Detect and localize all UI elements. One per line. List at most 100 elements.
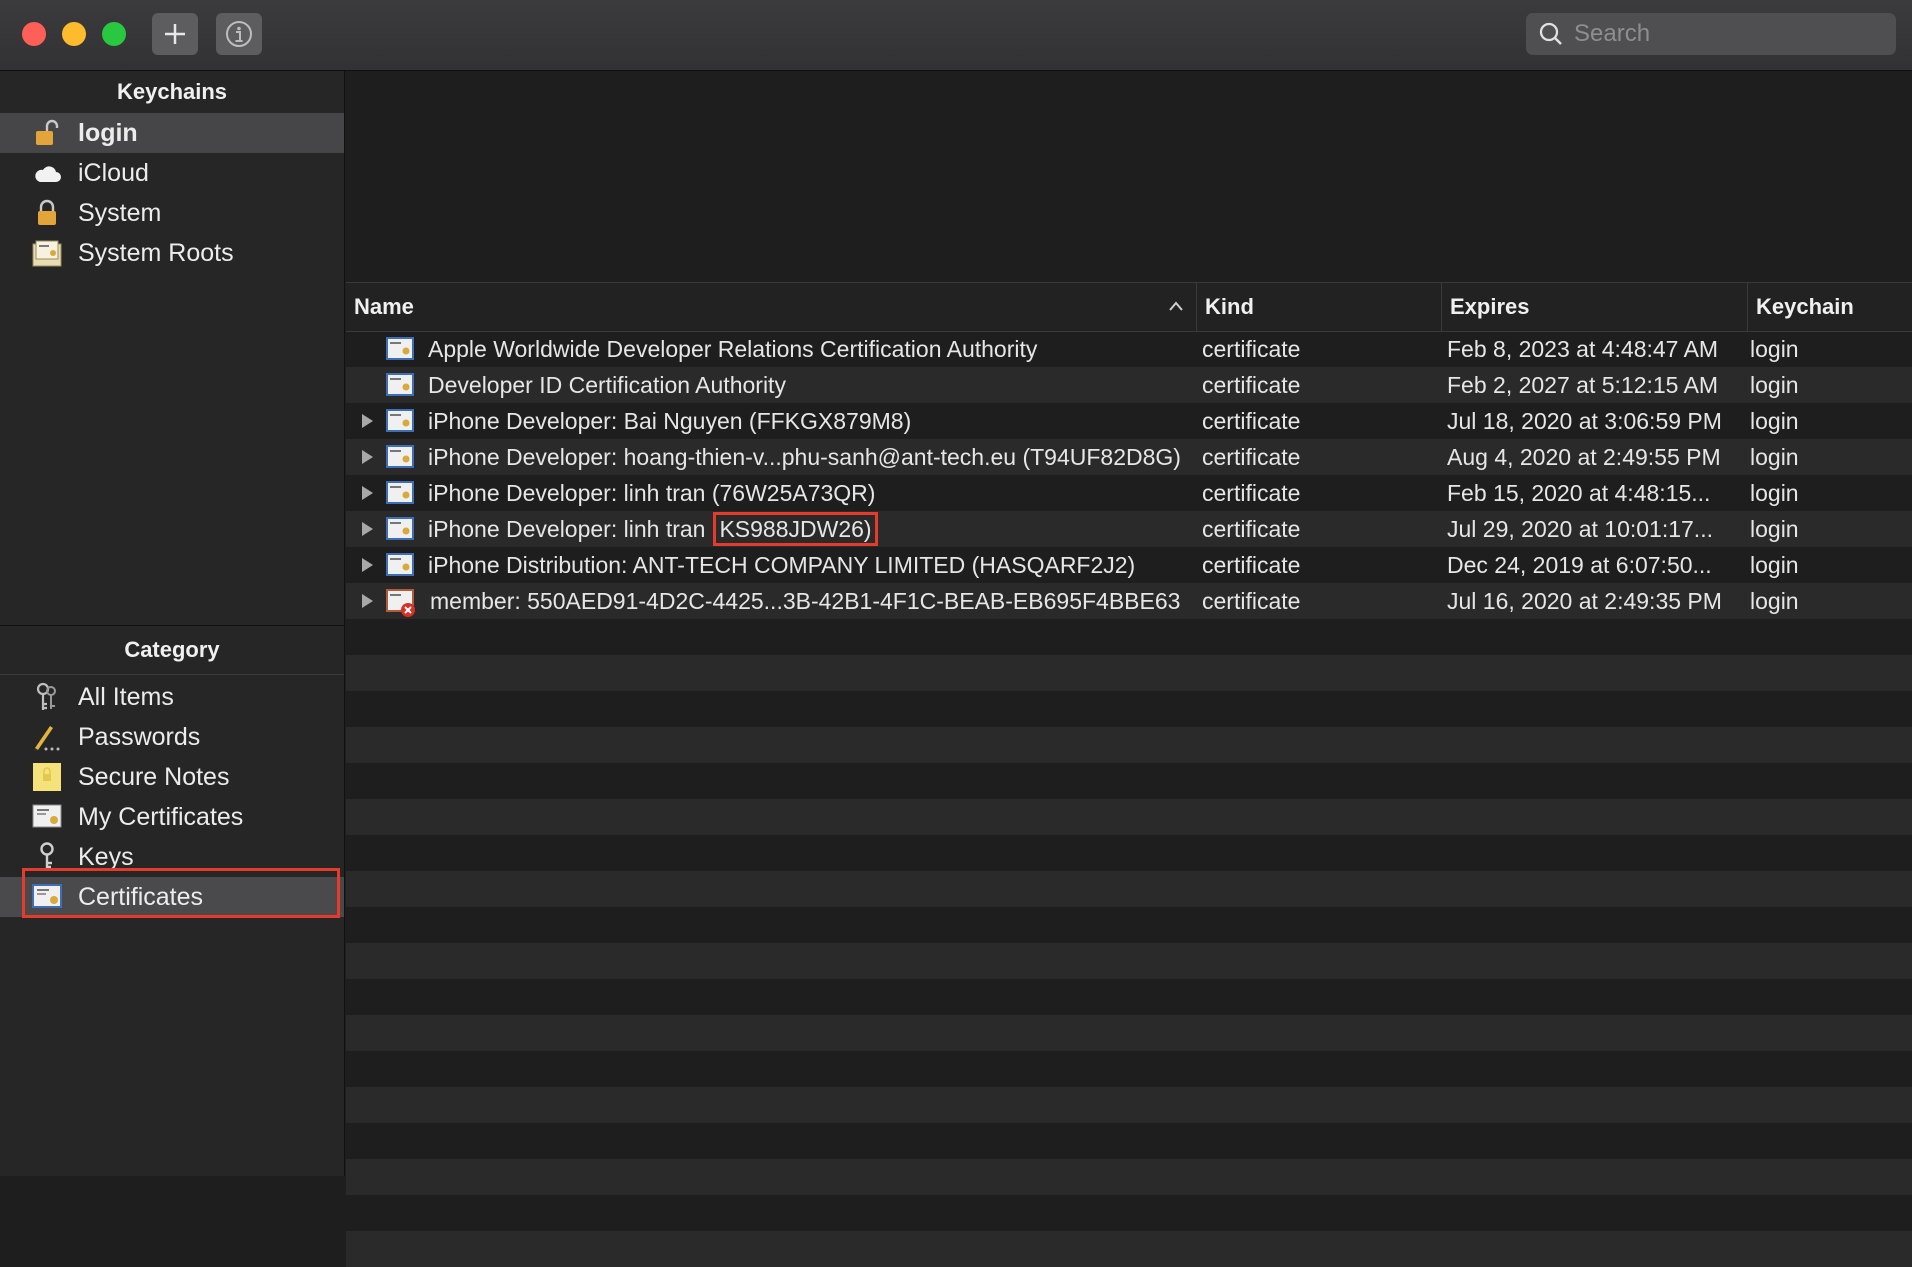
sidebar-item-system[interactable]: System <box>0 193 344 233</box>
empty-row <box>346 1159 1912 1195</box>
row-name-prefix: iPhone Developer: linh tran <box>428 515 706 542</box>
table-row[interactable]: iPhone Developer: linh tran (76W25A73QR)… <box>346 475 1912 511</box>
certificate-icon <box>32 802 62 832</box>
sidebar-item-label: iCloud <box>78 158 149 187</box>
row-keychain: login <box>1750 407 1799 434</box>
disclosure-triangle-icon[interactable] <box>360 583 374 619</box>
sidebar-item-my-certificates[interactable]: My Certificates <box>0 797 344 837</box>
certificate-list: Apple Worldwide Developer Relations Cert… <box>346 331 1912 1267</box>
sidebar-item-label: My Certificates <box>78 802 244 831</box>
row-expires: Jul 29, 2020 at 10:01:17... <box>1447 515 1713 542</box>
empty-row <box>346 1123 1912 1159</box>
empty-row <box>346 907 1912 943</box>
table-row[interactable]: Developer ID Certification Authority cer… <box>346 367 1912 403</box>
column-expires-label: Expires <box>1450 294 1530 319</box>
row-name: iPhone Developer: linh tran KS988JDW26) <box>428 511 1188 547</box>
sidebar-item-system-roots[interactable]: System Roots <box>0 233 344 273</box>
sidebar-item-secure-notes[interactable]: Secure Notes <box>0 757 344 797</box>
sidebar-item-icloud[interactable]: iCloud <box>0 153 344 193</box>
disclosure-triangle-icon[interactable] <box>360 403 374 439</box>
category-header: Category <box>0 625 344 675</box>
info-icon <box>226 21 252 47</box>
sidebar-item-all-items[interactable]: All Items <box>0 677 344 717</box>
sidebar-item-label: login <box>78 118 138 147</box>
search-field[interactable] <box>1526 13 1896 55</box>
certificate-folder-icon <box>32 238 62 268</box>
certificate-icon <box>386 337 414 360</box>
empty-row <box>346 763 1912 799</box>
certificate-icon <box>386 553 414 576</box>
disclosure-triangle-icon[interactable] <box>360 475 374 511</box>
note-icon <box>32 762 62 792</box>
table-row[interactable]: Apple Worldwide Developer Relations Cert… <box>346 331 1912 367</box>
column-header-kind[interactable]: Kind <box>1196 283 1441 331</box>
empty-row <box>346 1195 1912 1231</box>
empty-row <box>346 799 1912 835</box>
table-row[interactable]: member: 550AED91-4D2C-4425...3B-42B1-4F1… <box>346 583 1912 619</box>
invalid-certificate-icon <box>386 589 415 617</box>
column-kind-label: Kind <box>1205 294 1254 319</box>
empty-row <box>346 727 1912 763</box>
disclosure-triangle-icon[interactable] <box>360 511 374 547</box>
empty-row <box>346 835 1912 871</box>
empty-row <box>346 1231 1912 1267</box>
empty-row <box>346 1051 1912 1087</box>
item-preview-area <box>346 71 1912 282</box>
row-name: member: 550AED91-4D2C-4425...3B-42B1-4F1… <box>430 587 1181 614</box>
sidebar-item-login[interactable]: login <box>0 113 344 153</box>
close-window-button[interactable] <box>22 22 46 46</box>
empty-row <box>346 871 1912 907</box>
sidebar-item-label: System <box>78 198 162 227</box>
row-name: iPhone Distribution: ANT-TECH COMPANY LI… <box>428 551 1136 578</box>
table-row[interactable]: iPhone Developer: Bai Nguyen (FFKGX879M8… <box>346 403 1912 439</box>
certificates-highlight-box <box>22 868 340 918</box>
row-keychain: login <box>1750 479 1799 506</box>
row-expires: Jul 16, 2020 at 2:49:35 PM <box>1447 587 1722 614</box>
zoom-window-button[interactable] <box>102 22 126 46</box>
sidebar-item-label: System Roots <box>78 238 234 267</box>
empty-row <box>346 655 1912 691</box>
table-row[interactable]: iPhone Developer: linh tran KS988JDW26) … <box>346 511 1912 547</box>
sidebar: Keychains login iCloud System System Roo… <box>0 71 345 1176</box>
column-header-name[interactable]: Name <box>346 283 1196 331</box>
get-info-button[interactable] <box>216 13 262 55</box>
lock-icon <box>32 198 62 228</box>
certificate-icon <box>386 373 414 396</box>
row-keychain: login <box>1750 371 1799 398</box>
row-name: iPhone Developer: linh tran (76W25A73QR) <box>428 479 876 506</box>
row-expires: Dec 24, 2019 at 6:07:50... <box>1447 551 1712 578</box>
column-name-label: Name <box>354 294 414 319</box>
column-header-expires[interactable]: Expires <box>1441 283 1747 331</box>
main-content: Name Kind Expires Keychain Apple Worldwi… <box>346 71 1912 1267</box>
open-lock-icon <box>32 118 62 148</box>
keys-icon <box>32 682 62 712</box>
row-name: iPhone Developer: hoang-thien-v...phu-sa… <box>428 443 1181 470</box>
search-input[interactable] <box>1572 19 1876 49</box>
row-expires: Feb 2, 2027 at 5:12:15 AM <box>1447 371 1719 398</box>
row-expires: Aug 4, 2020 at 2:49:55 PM <box>1447 443 1721 470</box>
empty-row <box>346 1015 1912 1051</box>
minimize-window-button[interactable] <box>62 22 86 46</box>
empty-row <box>346 619 1912 655</box>
row-keychain: login <box>1750 443 1799 470</box>
toolbar <box>0 0 1912 71</box>
row-expires: Jul 18, 2020 at 3:06:59 PM <box>1447 407 1722 434</box>
table-row[interactable]: iPhone Distribution: ANT-TECH COMPANY LI… <box>346 547 1912 583</box>
table-row[interactable]: iPhone Developer: hoang-thien-v...phu-sa… <box>346 439 1912 475</box>
cloud-icon <box>32 158 62 188</box>
empty-row <box>346 979 1912 1015</box>
sidebar-item-passwords[interactable]: Passwords <box>0 717 344 757</box>
column-header-keychain[interactable]: Keychain <box>1747 283 1912 331</box>
certificate-icon <box>386 445 414 468</box>
row-keychain: login <box>1750 335 1799 362</box>
row-expires: Feb 15, 2020 at 4:48:15... <box>1447 479 1711 506</box>
highlighted-team-id: KS988JDW26) <box>713 512 878 546</box>
disclosure-triangle-icon[interactable] <box>360 547 374 583</box>
column-keychain-label: Keychain <box>1756 294 1854 319</box>
add-item-button[interactable] <box>152 13 198 55</box>
row-expires: Feb 8, 2023 at 4:48:47 AM <box>1447 335 1719 362</box>
row-keychain: login <box>1750 587 1799 614</box>
disclosure-triangle-icon[interactable] <box>360 439 374 475</box>
row-name: Developer ID Certification Authority <box>428 371 786 398</box>
row-kind: certificate <box>1202 587 1301 614</box>
